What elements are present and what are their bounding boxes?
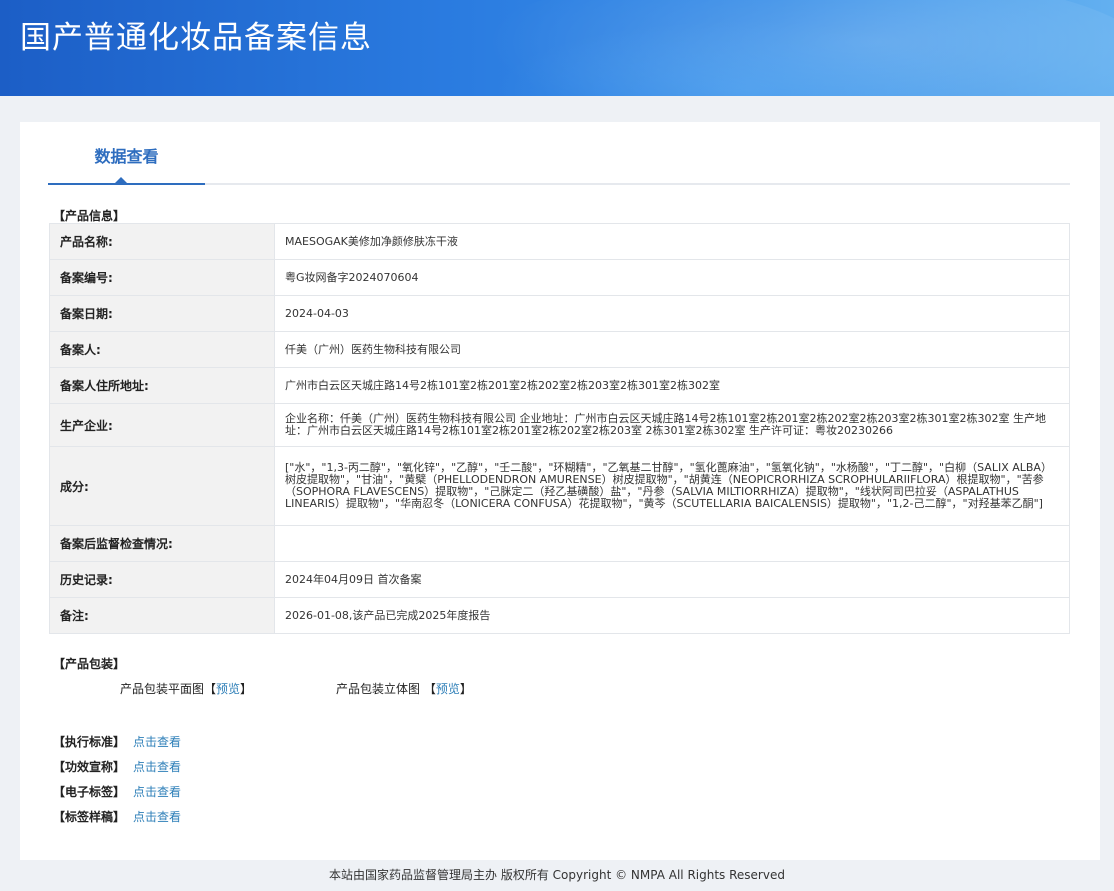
table-row: 产品名称: MAESOGAK美修加净颜修肤冻干液 xyxy=(49,223,1070,260)
page-footer: 本站由国家药品监督管理局主办 版权所有 Copyright © NMPA All… xyxy=(329,868,785,882)
field-label: 成分: xyxy=(49,446,275,526)
efficacy-claim-link[interactable]: 点击查看 xyxy=(133,760,181,774)
table-row: 备案日期: 2024-04-03 xyxy=(49,295,1070,332)
e-label-link[interactable]: 点击查看 xyxy=(133,785,181,799)
label-sample-link[interactable]: 点击查看 xyxy=(133,810,181,824)
field-value: 2024年04月09日 首次备案 xyxy=(274,561,1070,598)
field-value: 2024-04-03 xyxy=(274,295,1070,332)
table-row: 备案编号: 粤G妆网备字2024070604 xyxy=(49,259,1070,296)
packaging-flat: 产品包装平面图【预览】 xyxy=(120,680,252,697)
page-header: 国产普通化妆品备案信息 xyxy=(0,0,1114,96)
table-row: 备案后监督检查情况: xyxy=(49,525,1070,562)
field-label: 备案日期: xyxy=(49,295,275,332)
field-label: 备案人: xyxy=(49,331,275,368)
field-value: 2026-01-08,该产品已完成2025年度报告 xyxy=(274,597,1070,634)
page-title: 国产普通化妆品备案信息 xyxy=(20,20,372,56)
efficacy-claim-row: 【功效宣称】 点击查看 xyxy=(53,758,181,775)
table-row: 备案人住所地址: 广州市白云区天城庄路14号2栋101室2栋201室2栋202室2… xyxy=(49,367,1070,404)
field-value: 企业名称：仟美（广州）医药生物科技有限公司 企业地址：广州市白云区天城庄路14号… xyxy=(274,403,1070,447)
field-value xyxy=(274,525,1070,562)
field-label: 备注: xyxy=(49,597,275,634)
bracket-open: 【 xyxy=(423,682,436,696)
table-row: 生产企业: 企业名称：仟美（广州）医药生物科技有限公司 企业地址：广州市白云区天城… xyxy=(49,403,1070,447)
field-label: 历史记录: xyxy=(49,561,275,598)
standard-row: 【执行标准】 点击查看 xyxy=(53,733,181,750)
tab-bar: 数据查看 xyxy=(48,122,1070,185)
content-card: 数据查看 【产品信息】 产品名称: MAESOGAK美修加净颜修肤冻干液 备案编号:… xyxy=(20,122,1100,860)
table-row: 备注: 2026-01-08,该产品已完成2025年度报告 xyxy=(49,597,1070,634)
packaging-flat-label: 产品包装平面图 xyxy=(120,682,205,696)
packaging-flat-preview-link[interactable]: 预览 xyxy=(216,682,240,696)
field-value: ["水"，"1,3-丙二醇"，"氧化锌"，"乙醇"，"壬二酸"，"环糊精"，"乙… xyxy=(274,446,1070,526)
field-label: 产品名称: xyxy=(49,223,275,260)
product-info-heading: 【产品信息】 xyxy=(53,209,126,223)
bracket-close: 】 xyxy=(240,682,253,696)
field-value: 粤G妆网备字2024070604 xyxy=(274,259,1070,296)
field-label: 生产企业: xyxy=(49,403,275,447)
label-sample-label: 【标签样稿】 xyxy=(53,810,126,824)
tab-data-view[interactable]: 数据查看 xyxy=(48,122,205,185)
execution-standard-link[interactable]: 点击查看 xyxy=(133,735,181,749)
table-row: 成分: ["水"，"1,3-丙二醇"，"氧化锌"，"乙醇"，"壬二酸"，"环糊精"… xyxy=(49,446,1070,526)
e-label-row: 【电子标签】 点击查看 xyxy=(53,783,181,800)
packaging-stereo-label: 产品包装立体图 xyxy=(336,682,424,696)
tab-caret-icon xyxy=(115,177,127,183)
packaging-heading: 【产品包装】 xyxy=(53,657,126,671)
field-label: 备案后监督检查情况: xyxy=(49,525,275,562)
label-sample-row: 【标签样稿】 点击查看 xyxy=(53,808,181,825)
bracket-open: 【 xyxy=(204,682,217,696)
product-info-table: 产品名称: MAESOGAK美修加净颜修肤冻干液 备案编号: 粤G妆网备字202407… xyxy=(49,223,1070,634)
tab-label: 数据查看 xyxy=(94,147,159,166)
efficacy-claim-label: 【功效宣称】 xyxy=(53,760,126,774)
table-row: 历史记录: 2024年04月09日 首次备案 xyxy=(49,561,1070,598)
field-value: MAESOGAK美修加净颜修肤冻干液 xyxy=(274,223,1070,260)
packaging-stereo: 产品包装立体图 【预览】 xyxy=(336,680,472,697)
bracket-close: 】 xyxy=(459,682,472,696)
field-value: 广州市白云区天城庄路14号2栋101室2栋201室2栋202室2栋203室2栋3… xyxy=(274,367,1070,404)
e-label-label: 【电子标签】 xyxy=(53,785,126,799)
table-row: 备案人: 仟美（广州）医药生物科技有限公司 xyxy=(49,331,1070,368)
field-label: 备案人住所地址: xyxy=(49,367,275,404)
field-label: 备案编号: xyxy=(49,259,275,296)
field-value: 仟美（广州）医药生物科技有限公司 xyxy=(274,331,1070,368)
packaging-stereo-preview-link[interactable]: 预览 xyxy=(436,682,460,696)
execution-standard-label: 【执行标准】 xyxy=(53,735,126,749)
